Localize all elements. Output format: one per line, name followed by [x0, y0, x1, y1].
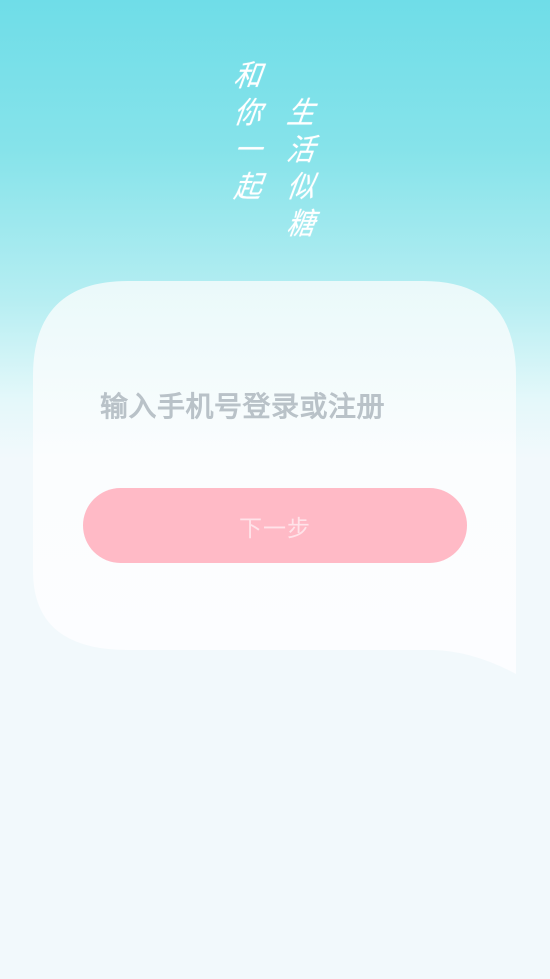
slogan-char: 你 [231, 96, 265, 131]
slogan-char: 糖 [284, 207, 318, 242]
login-card [33, 281, 516, 674]
slogan-char: 似 [284, 170, 318, 205]
slogan-char: 一 [231, 133, 265, 168]
slogan-left-column: 和 你 一 起 [230, 58, 266, 206]
slogan-calligraphy: 和 你 一 起 生 活 似 糖 [225, 58, 325, 253]
next-step-button[interactable]: 下一步 [83, 488, 467, 563]
slogan-right-column: 生 活 似 糖 [283, 95, 319, 243]
slogan-char: 生 [284, 96, 318, 131]
speech-bubble-shape [33, 281, 516, 674]
login-prompt-heading: 输入手机号登录或注册 [100, 390, 386, 423]
slogan-char: 起 [231, 170, 265, 205]
slogan-char: 和 [231, 59, 265, 94]
slogan-char: 活 [284, 133, 318, 168]
next-step-label: 下一步 [239, 515, 311, 542]
